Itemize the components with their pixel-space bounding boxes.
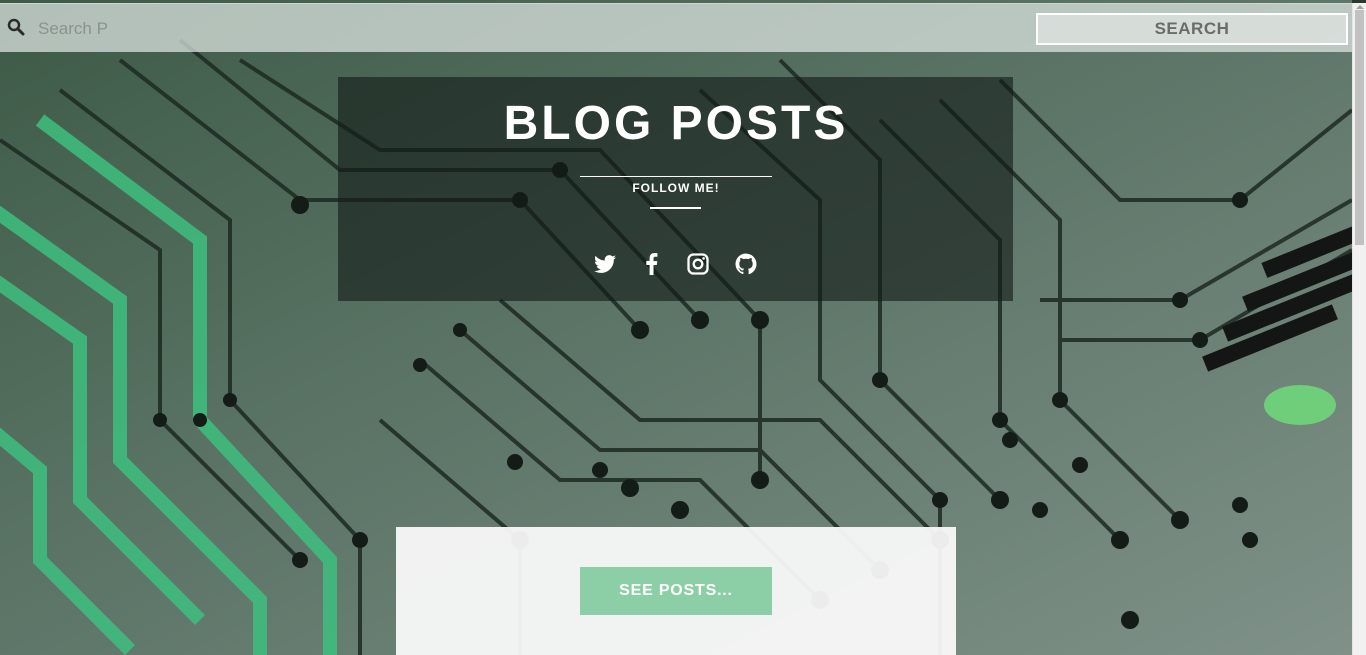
search-button[interactable]: SEARCH	[1036, 13, 1348, 45]
divider-top	[580, 176, 772, 177]
page-scrollbar[interactable]	[1352, 3, 1366, 655]
scroll-up-arrow-icon[interactable]	[1356, 5, 1364, 9]
github-icon[interactable]	[734, 252, 758, 276]
see-posts-button[interactable]: SEE POSTS...	[580, 567, 772, 615]
facebook-icon[interactable]	[640, 252, 664, 276]
scrollbar-thumb[interactable]	[1355, 10, 1364, 245]
search-bar: SEARCH	[0, 3, 1352, 52]
search-input[interactable]	[36, 12, 940, 46]
search-icon[interactable]	[7, 18, 25, 36]
follow-me-label: FOLLOW ME!	[632, 181, 720, 195]
page-title: BLOG POSTS	[503, 97, 849, 150]
divider-bottom	[650, 207, 701, 209]
twitter-icon[interactable]	[593, 252, 617, 276]
instagram-icon[interactable]	[686, 252, 710, 276]
